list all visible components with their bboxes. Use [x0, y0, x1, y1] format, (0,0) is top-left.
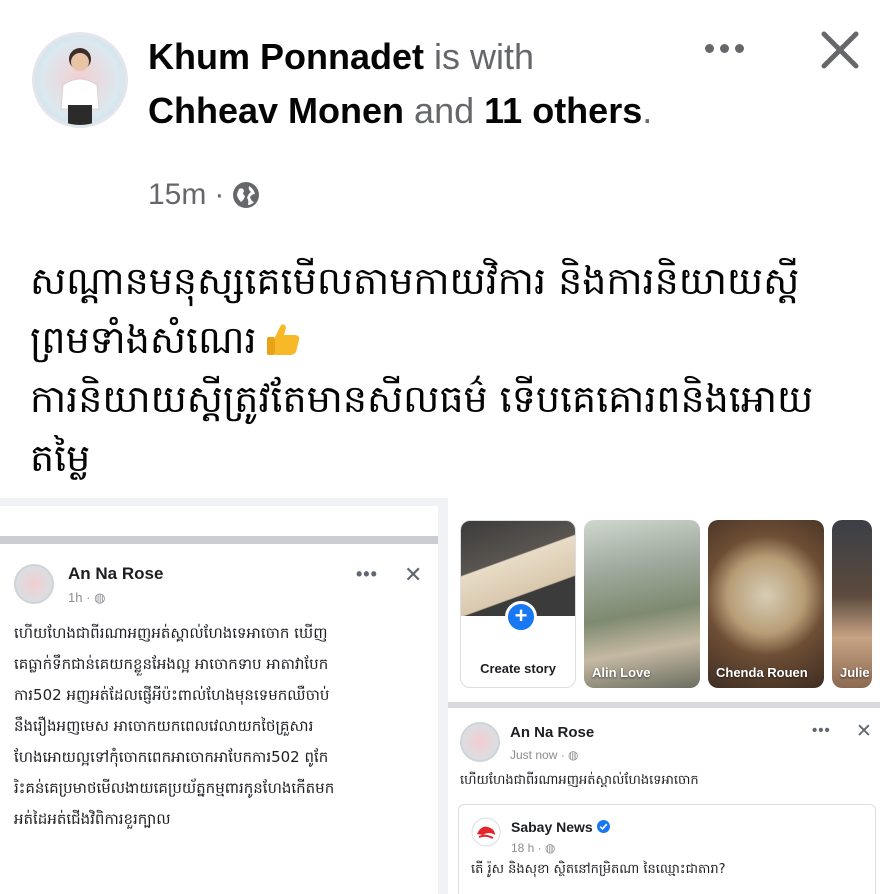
- tagged-friend[interactable]: Chheav Monen: [148, 90, 404, 131]
- attached-screenshot-left[interactable]: An Na Rose 1h · ◍ ••• ✕ ហើយហែងជាពីរណាអញអ…: [0, 506, 438, 894]
- mini-separator: ·: [560, 748, 565, 762]
- mini-separator: ·: [86, 590, 91, 605]
- sabay-logo-icon: [471, 817, 501, 847]
- mini-author-name: An Na Rose: [68, 564, 164, 583]
- story-label: Create story: [461, 661, 575, 677]
- dot-icon: [719, 43, 729, 53]
- person-photo-icon: [60, 48, 100, 125]
- globe-icon: ◍: [545, 841, 556, 855]
- shared-author-name: Sabay News: [511, 819, 610, 835]
- post-text-line: សណ្ដានមនុស្សគេមើលតាមកាយវិការ និងការនិយាយ…: [30, 259, 800, 303]
- story-label: Chenda Rouen: [716, 665, 808, 680]
- globe-icon: ◍: [94, 590, 106, 605]
- mini-post-text: ហើយហែងជាពីរណាអញអត់ស្គាល់ហែងទេអាចោក: [460, 773, 699, 788]
- story-label: Alin Love: [592, 665, 651, 680]
- story-label: Julie R: [840, 665, 872, 680]
- story-card: Chenda Rouen: [708, 520, 824, 688]
- mini-text-line: ហែងអោយល្អទៅកុំចោកពេកអាចោកអាបែកការ502 ពូក…: [14, 748, 329, 766]
- story-card: Alin Love: [584, 520, 700, 688]
- story-label-text: Create story: [480, 661, 556, 676]
- dot-icon: [734, 43, 744, 53]
- with-text: is with: [434, 36, 535, 77]
- create-story-card: + Create story: [460, 520, 576, 688]
- post-text-line: ការនិយាយស្ដីត្រូវតែមានសីលធម៌ ទើបគេគោរពនិ…: [30, 377, 814, 421]
- mini-timestamp: Just now · ◍: [510, 748, 579, 762]
- attached-screenshot-right[interactable]: + Create story Alin Love Chenda Rouen Ju…: [448, 498, 880, 894]
- attached-photos[interactable]: An Na Rose 1h · ◍ ••• ✕ ហើយហែងជាពីរណាអញអ…: [0, 498, 880, 894]
- mini-text-line: រិះគន់គេប្រមាថមើលងាយគេប្រយ័ត្នកម្មពារកូន…: [14, 779, 335, 797]
- close-icon: ✕: [404, 562, 423, 587]
- mini-post-text: ហើយហែងជាពីរណាអញអត់ស្គាល់ហែងទេអាចោក ឃើញ គ…: [14, 618, 430, 835]
- post-text-line: ព្រមទាំងសំណេរ: [30, 318, 257, 362]
- others-link[interactable]: 11 others: [484, 90, 642, 131]
- more-options-button[interactable]: [700, 28, 748, 68]
- divider: [448, 702, 880, 708]
- and-text: and: [414, 90, 475, 131]
- author-name[interactable]: Khum Ponnadet: [148, 36, 424, 77]
- mini-author-name: An Na Rose: [510, 724, 595, 741]
- mini-text-line: ការ502 អញអត់ដែលផ្ញើអីប៉ះពាល់ហែងមុនទេមកឈឺ…: [14, 686, 330, 704]
- close-icon: ✕: [856, 721, 872, 742]
- mini-text-line: គេធ្លាក់ទឹកជាន់គេយកខ្លួនអែងល្អ អាចោកទាប …: [14, 655, 329, 673]
- globe-icon[interactable]: [232, 181, 260, 209]
- post-text-line-with-emoji: ព្រមទាំងសំណេរ: [30, 311, 850, 370]
- author-line: Khum Ponnadet is with Chheav Monen and 1…: [148, 30, 668, 138]
- mini-timestamp: 1h · ◍: [68, 590, 105, 606]
- shared-post-card: Sabay News 18 h · ◍ តើ រ៉ូស និងសុខា ស្ថិ…: [458, 804, 876, 894]
- author-avatar[interactable]: [32, 32, 128, 128]
- shared-post-text: តើ រ៉ូស និងសុខា ស្ថិតនៅកម្រិតណា នៃឈ្មោះជ…: [471, 862, 726, 877]
- post-meta: 15m ·: [148, 178, 260, 212]
- mini-time: Just now: [510, 748, 558, 762]
- mini-text-line: ហើយហែងជាពីរណាអញអត់ស្គាល់ហែងទេអាចោក ឃើញ: [14, 624, 328, 642]
- meta-separator: ·: [214, 178, 225, 211]
- post-body: សណ្ដានមនុស្សគេមើលតាមកាយវិការ និងការនិយាយ…: [30, 252, 850, 488]
- verified-badge-icon: [596, 820, 610, 833]
- mini-time: 18 h: [511, 841, 535, 855]
- shared-timestamp: 18 h · ◍: [511, 841, 556, 855]
- dot-icon: [704, 43, 714, 53]
- globe-icon: ◍: [568, 748, 579, 762]
- avatar: [460, 722, 500, 762]
- divider: [0, 536, 438, 544]
- post-text-line: តម្លៃ: [30, 436, 91, 480]
- post-timestamp[interactable]: 15m: [148, 178, 206, 212]
- plus-icon: +: [505, 601, 537, 633]
- avatar: [14, 564, 54, 604]
- story-card: Julie R: [832, 520, 872, 688]
- shared-author-text: Sabay News: [511, 819, 593, 835]
- close-icon[interactable]: [816, 26, 864, 74]
- thumbs-up-icon: [266, 324, 299, 355]
- more-options-icon: •••: [812, 722, 831, 739]
- post-header: Khum Ponnadet is with Chheav Monen and 1…: [0, 0, 880, 230]
- mini-text-line: អត់ដៃអត់ជើងវិពិការខួរក្បាល: [14, 810, 171, 828]
- mini-separator: ·: [537, 841, 542, 855]
- mini-time: 1h: [68, 590, 83, 605]
- more-options-icon: •••: [356, 564, 378, 584]
- mini-text-line: នឹងរឿងអញមេស អាចោកយកពេលវេលាយកថៃគ្រួសារ: [14, 717, 314, 735]
- period-text: .: [642, 90, 653, 131]
- stories-row: + Create story Alin Love Chenda Rouen Ju…: [460, 520, 880, 688]
